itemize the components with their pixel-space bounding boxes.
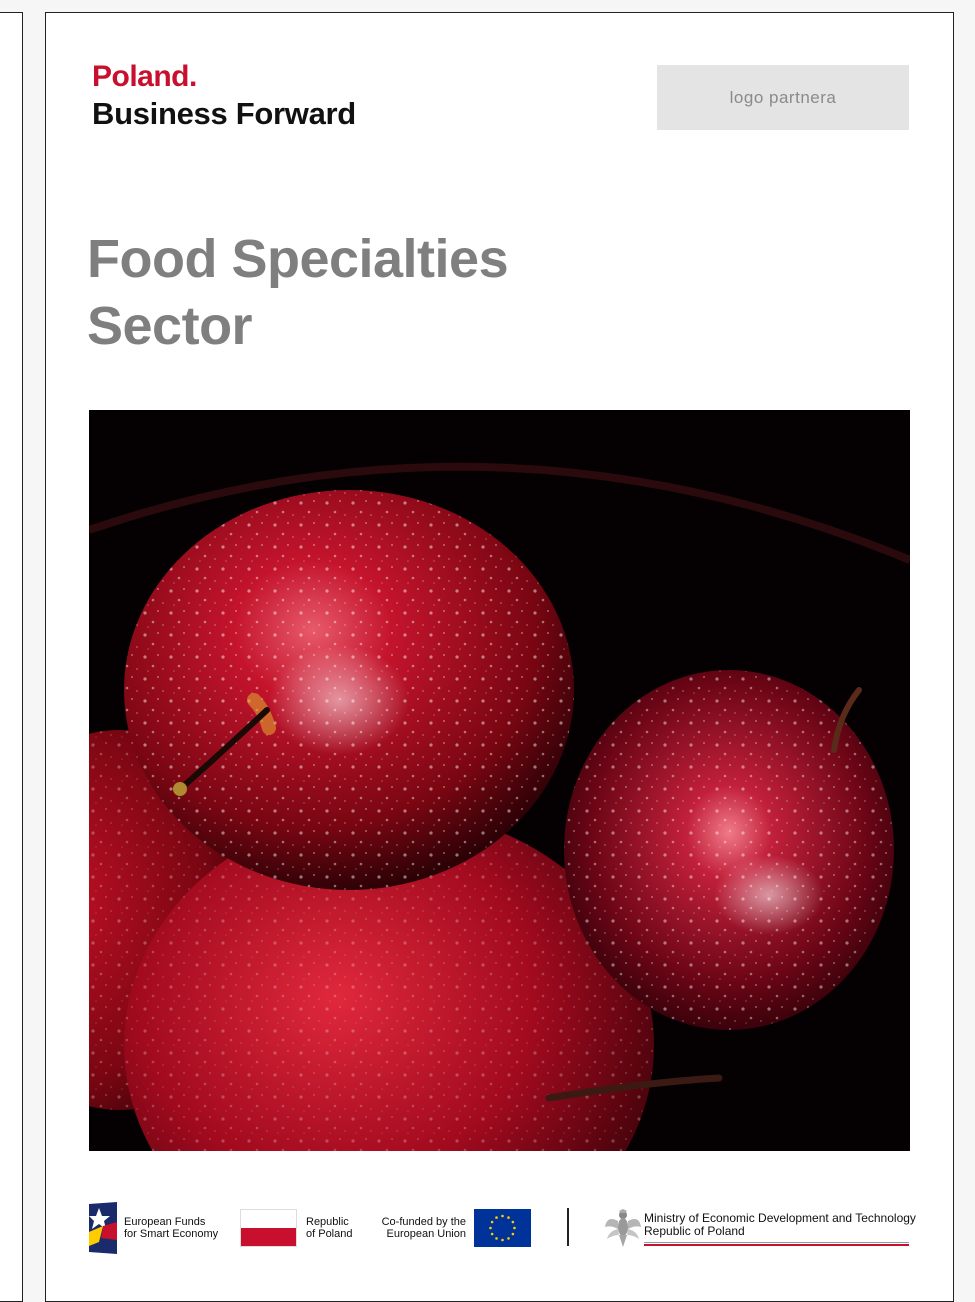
eu-star xyxy=(507,1237,510,1240)
eu-star xyxy=(501,1214,504,1218)
eu-star xyxy=(507,1216,510,1219)
partner-logo-placeholder: logo partnera xyxy=(657,65,909,130)
ministry-underline xyxy=(644,1242,909,1246)
poland-flag-icon xyxy=(240,1209,297,1247)
apples-illustration xyxy=(89,410,910,1151)
brand-line-2: Business Forward xyxy=(92,96,356,131)
republic-of-poland-label: Republic of Poland xyxy=(306,1216,352,1240)
eu-line-1: Co-funded by the xyxy=(381,1216,466,1228)
european-funds-label: European Funds for Smart Economy xyxy=(124,1216,218,1240)
eu-star xyxy=(511,1220,515,1224)
eu-star xyxy=(490,1220,494,1224)
previous-page-edge xyxy=(0,12,23,1302)
republic-line-1: Republic xyxy=(306,1216,349,1228)
eu-line-2: European Union xyxy=(386,1228,466,1240)
brochure-page: Poland. Business Forward logo partnera F… xyxy=(45,12,954,1302)
eu-star xyxy=(489,1226,492,1230)
page-title: Food Specialties Sector xyxy=(87,226,509,360)
european-funds-line-1: European Funds xyxy=(124,1216,206,1228)
eu-flag-icon xyxy=(474,1209,531,1247)
ministry-label: Ministry of Economic Development and Tec… xyxy=(644,1212,916,1238)
eu-star xyxy=(495,1237,498,1240)
republic-line-2: of Poland xyxy=(306,1228,353,1240)
eu-star xyxy=(513,1226,516,1230)
footer-logos: European Funds for Smart Economy Republi… xyxy=(46,1198,953,1258)
brand-line-1: Poland. xyxy=(92,60,197,93)
european-funds-icon xyxy=(89,1202,117,1259)
cover-photo-apples xyxy=(89,410,910,1151)
eu-star xyxy=(511,1232,515,1236)
brand-logo: Poland. Business Forward xyxy=(92,59,356,133)
eu-star xyxy=(501,1238,504,1242)
title-line-1: Food Specialties xyxy=(87,229,509,289)
title-line-2: Sector xyxy=(87,296,253,356)
ministry-line-2: Republic of Poland xyxy=(644,1224,745,1238)
polish-eagle-emblem-icon xyxy=(605,1209,641,1252)
european-funds-line-2: for Smart Economy xyxy=(124,1228,219,1240)
eu-star xyxy=(495,1216,498,1219)
eu-star xyxy=(490,1232,494,1236)
footer-divider xyxy=(567,1208,569,1246)
eu-cofunded-label: Co-funded by the European Union xyxy=(358,1216,466,1240)
